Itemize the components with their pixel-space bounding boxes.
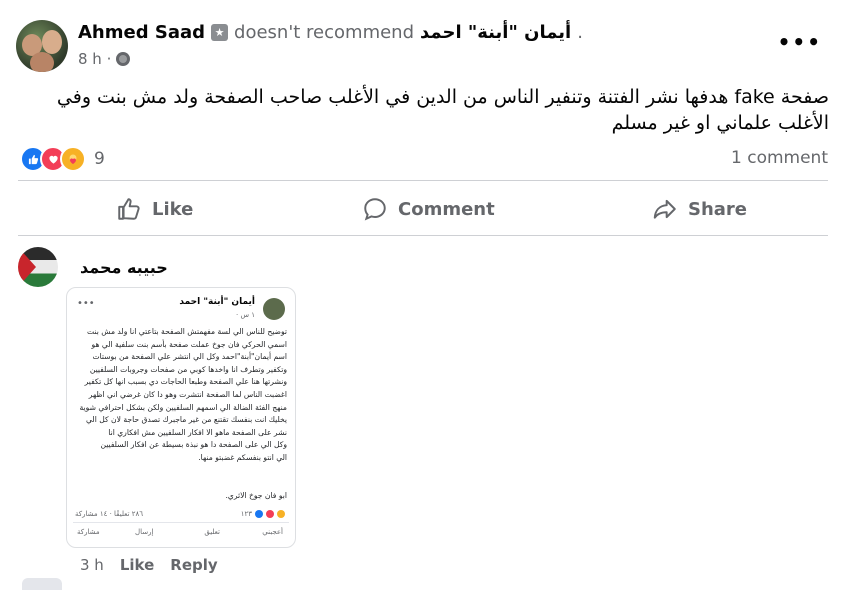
comment-button[interactable]: Comment xyxy=(362,196,495,222)
comment-reply-button[interactable]: Reply xyxy=(170,556,217,574)
comment-time[interactable]: 3 h xyxy=(80,556,104,574)
badge-icon: ★ xyxy=(211,24,229,41)
shot-line: اغضبت الناس لما الصفحة انتشرت وهو دا كان… xyxy=(88,389,287,399)
shot-like: أعجبني xyxy=(262,528,283,536)
shot-more-icon: ••• xyxy=(77,298,95,309)
shot-signature: ابو فان جوخ الاثري. xyxy=(225,491,287,500)
shot-line: نشر على الصفحة ماهو الا افكار السلفيين م… xyxy=(108,427,287,437)
shot-line: يخليك انت بنفسك تقتنع من غير ماجبرك تصدق… xyxy=(86,415,287,425)
shot-line: توضيح للناس الي لسة مفهمتش الصفحة بتاعتي… xyxy=(86,327,287,336)
post-text: صفحة fake هدفها نشر الفتنة وتنفير الناس … xyxy=(56,86,829,134)
share-icon xyxy=(653,199,676,219)
shot-page-name: أيمان "أبنة" احمد xyxy=(179,297,255,307)
shot-avatar xyxy=(263,298,285,320)
shot-send: إرسال xyxy=(135,528,154,536)
author-avatar[interactable] xyxy=(16,20,68,72)
author-name[interactable]: Ahmed Saad xyxy=(78,22,205,43)
shot-haha-icon xyxy=(277,510,285,518)
shot-line: وكل الي على الصفحة دا هو نبذة بسيطة عن ا… xyxy=(100,440,287,450)
recommendation-verb: doesn't recommend xyxy=(234,22,415,43)
share-label: Share xyxy=(688,198,748,220)
reaction-count: 9 xyxy=(94,149,105,169)
shot-line: وتكفير وتطرف انا واخدها كوبي من صفحات وج… xyxy=(89,364,287,374)
reactions-summary[interactable]: 9 xyxy=(20,146,105,172)
shot-time: ١ س · xyxy=(236,311,255,319)
shot-like-icon xyxy=(255,510,263,518)
shot-line: اسم أيمان"أبنة"احمد وكل الي انتشر علي ال… xyxy=(92,352,287,362)
shot-comment: تعليق xyxy=(204,528,220,536)
shot-love-icon xyxy=(266,510,274,518)
care-reaction-icon xyxy=(60,146,86,172)
next-item-cutoff xyxy=(22,578,62,590)
like-button[interactable]: Like xyxy=(116,196,193,222)
shot-share: مشاركة xyxy=(77,528,100,536)
like-label: Like xyxy=(152,198,194,220)
comment-attached-image[interactable]: أيمان "أبنة" احمد ١ س · ••• توضيح للناس … xyxy=(66,287,296,548)
comment-icon xyxy=(364,198,386,221)
target-page-name[interactable]: أيمان "أبنة" احمد xyxy=(420,22,571,43)
shot-line: ونشرتها هنا علي الصفحة وطبعا الحاجات دي … xyxy=(84,377,287,387)
shot-body: توضيح للناس الي لسة مفهمتش الصفحة بتاعتي… xyxy=(75,326,287,465)
post-time[interactable]: 8 h · xyxy=(78,50,111,68)
globe-icon xyxy=(116,52,131,66)
shot-divider xyxy=(73,522,289,523)
share-button[interactable]: Share xyxy=(651,196,747,222)
shot-reactions: ١٢٣ xyxy=(241,510,285,518)
like-icon xyxy=(118,198,140,220)
shot-line: منهج الفئة الضالة الي اسمهم السلفيين ولك… xyxy=(79,402,287,412)
shot-stats: ٢٨٦ تعليقًا · ١٤ مشاركة xyxy=(75,510,143,518)
comment-count-link[interactable]: 1 comment xyxy=(731,148,828,168)
commenter-avatar[interactable] xyxy=(18,247,58,287)
comment-like-button[interactable]: Like xyxy=(120,556,154,574)
commenter-name[interactable]: حبيبه محمد xyxy=(80,258,168,277)
shot-reaction-count: ١٢٣ xyxy=(240,510,252,518)
shot-line: اسمي الحركي فان جوخ عملت صفحة بأسم بنت س… xyxy=(91,339,287,349)
comment-label: Comment xyxy=(398,198,495,220)
post-meta: 8 h · xyxy=(78,50,131,68)
shot-line: الي انتو بنفسكم غضبتو منها. xyxy=(198,452,287,462)
comment-meta: 3 h Like Reply xyxy=(80,556,218,574)
divider xyxy=(18,180,828,181)
more-icon[interactable]: ••• xyxy=(778,30,822,54)
post-header: Ahmed Saad ★ doesn't recommend أيمان "أب… xyxy=(78,22,583,43)
target-suffix: . xyxy=(577,22,583,43)
divider xyxy=(18,235,828,236)
